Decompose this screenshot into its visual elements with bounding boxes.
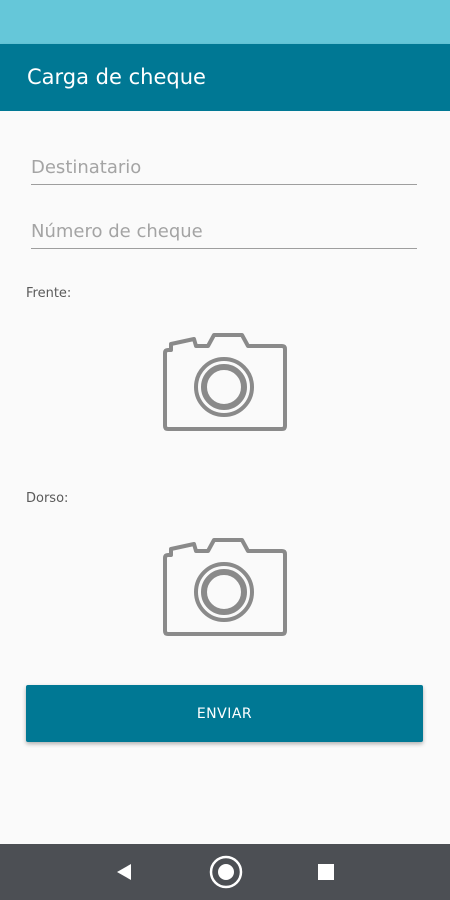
numero-cheque-input[interactable] [31,215,417,249]
camera-icon [163,538,287,636]
status-bar [0,0,450,44]
back-triangle-icon [117,864,131,880]
front-label: Frente: [26,286,72,301]
home-circle-icon [209,855,243,889]
nav-back-button[interactable] [94,844,154,900]
app-bar: Carga de cheque [0,44,450,111]
submit-button[interactable]: ENVIAR [26,685,423,742]
back-label: Dorso: [26,491,69,506]
nav-home-button[interactable] [196,844,256,900]
nav-recents-button[interactable] [296,844,356,900]
page-title: Carga de cheque [27,65,206,89]
main-content: Frente: Dorso: ENVIAR [0,111,450,844]
back-photo-button[interactable] [162,537,288,637]
destinatario-input[interactable] [31,151,417,185]
recents-square-icon [318,864,334,880]
front-photo-button[interactable] [162,332,288,432]
camera-icon [163,333,287,431]
navigation-bar [0,844,450,900]
